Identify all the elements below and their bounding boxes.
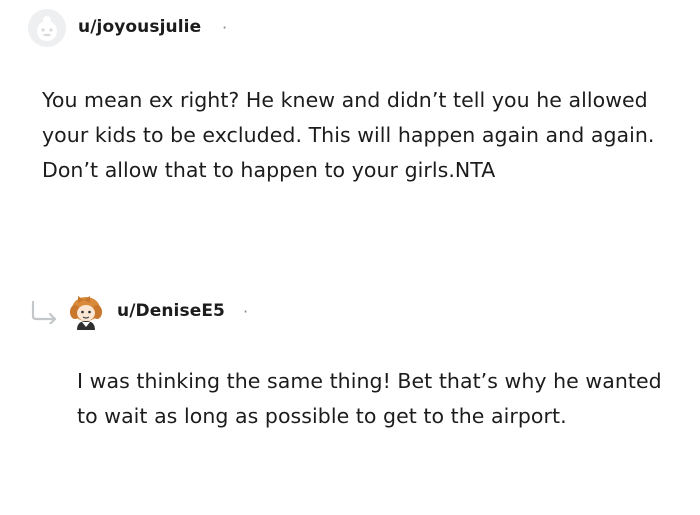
reply-arrow-icon <box>31 300 57 324</box>
avatar[interactable] <box>28 9 66 47</box>
avatar[interactable] <box>66 292 106 332</box>
user-avatar-icon <box>70 296 102 330</box>
meta-separator: · <box>243 302 249 321</box>
default-snoo-avatar-icon <box>28 9 66 47</box>
reply-author[interactable]: u/DeniseE5 <box>117 301 225 321</box>
meta-separator: · <box>222 18 228 37</box>
comment-body: You mean ex right? He knew and didn’t te… <box>42 88 655 182</box>
comment-author[interactable]: u/joyousjulie <box>78 17 201 37</box>
reply-body: I was thinking the same thing! Bet that’… <box>77 369 662 428</box>
